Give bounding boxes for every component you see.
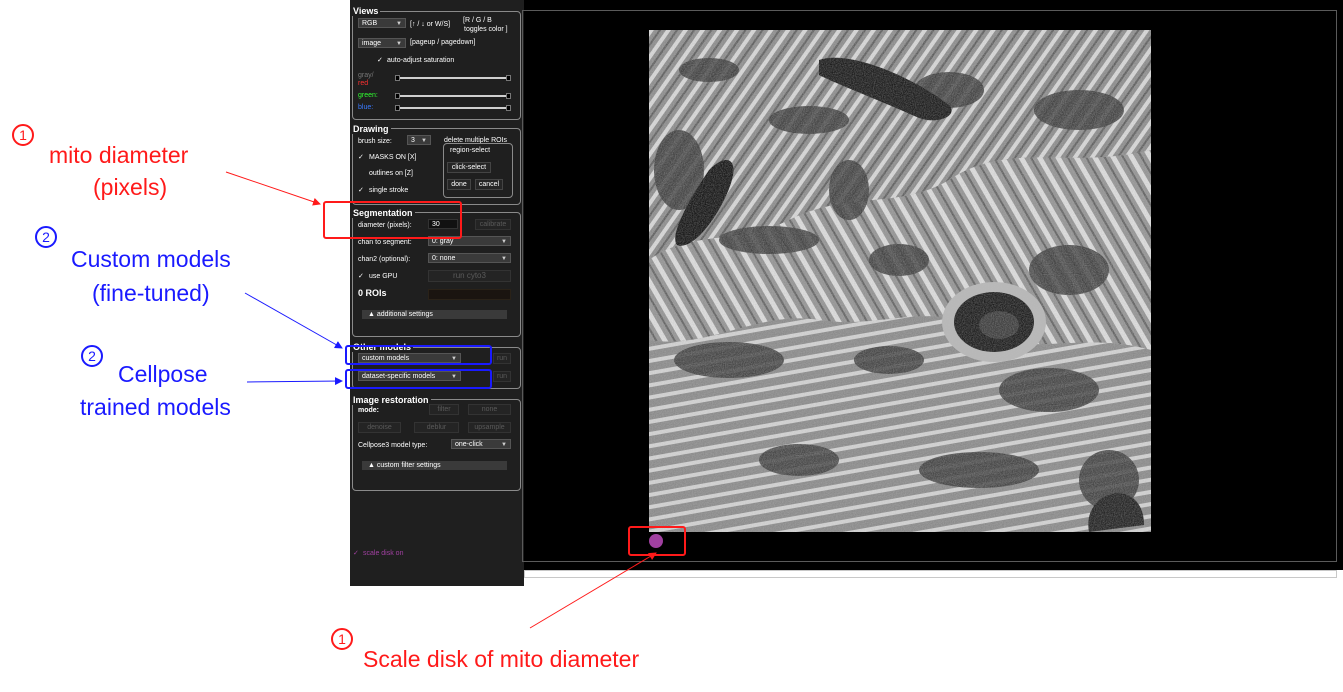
- arrow-scale-disk: [529, 552, 657, 629]
- annotation-custom-models-1: Custom models: [71, 246, 231, 272]
- annotation-cellpose-models-1: Cellpose: [118, 361, 208, 387]
- diameter-highlight-box: [323, 201, 462, 239]
- annotation-mito-diameter-2: (pixels): [93, 174, 168, 200]
- annotation-number-1b: 1: [331, 628, 353, 650]
- annotation-cellpose-models-2: trained models: [80, 394, 231, 420]
- dataset-models-highlight-box: [345, 369, 492, 389]
- arrow-custom-models: [244, 292, 343, 349]
- arrow-cellpose-models: [246, 377, 343, 386]
- annotation-mito-diameter-1: mito diameter: [49, 142, 189, 168]
- custom-models-highlight-box: [345, 345, 492, 365]
- annotation-number-1: 1: [12, 124, 34, 146]
- annotation-custom-models-2: (fine-tuned): [92, 280, 210, 306]
- arrow-mito-diameter: [225, 171, 321, 206]
- annotation-arrows: [225, 171, 657, 629]
- annotation-number-2a: 2: [35, 226, 57, 248]
- scale-disk-highlight-box: [628, 526, 686, 556]
- annotation-scale-disk: Scale disk of mito diameter: [363, 646, 640, 672]
- annotation-number-2b: 2: [81, 345, 103, 367]
